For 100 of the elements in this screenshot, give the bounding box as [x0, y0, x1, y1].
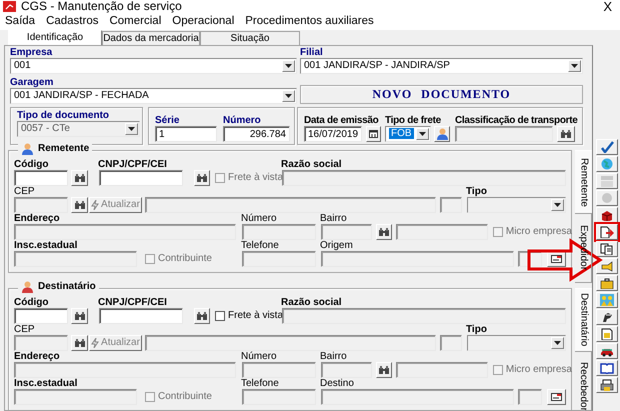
menu-item[interactable]: Cadastros [46, 14, 98, 28]
search-button[interactable] [71, 197, 88, 213]
briefcase-icon [600, 277, 614, 289]
toolbar-button[interactable] [596, 275, 618, 291]
tab[interactable]: Dados da mercadoria [102, 31, 200, 45]
search-button[interactable] [194, 170, 210, 186]
text-field[interactable] [14, 362, 236, 378]
text-field[interactable] [99, 308, 183, 324]
text-field[interactable] [145, 335, 436, 351]
text-field[interactable] [455, 126, 553, 142]
calendar-button[interactable] [366, 126, 381, 142]
menu-item[interactable]: Procedimentos auxiliares [245, 14, 374, 28]
search-button[interactable] [376, 362, 392, 378]
close-button[interactable]: X [603, 0, 612, 13]
text-field[interactable] [14, 170, 68, 186]
text-field[interactable] [320, 224, 372, 240]
side-tab[interactable]: Destinatário [575, 288, 592, 352]
card-button[interactable] [547, 389, 566, 405]
text-field[interactable] [242, 251, 316, 267]
caret-icon [571, 64, 578, 68]
text-field[interactable]: 296.784 [223, 126, 290, 142]
text-field[interactable] [242, 362, 316, 378]
dropdown[interactable]: 001 JANDIRA/SP - JANDIRA/SP [300, 58, 583, 74]
toolbar-button[interactable] [596, 139, 618, 155]
dropdown[interactable]: 001 JANDIRA/SP - FECHADA [10, 88, 297, 104]
field-label: Bairro [320, 351, 347, 362]
field-label: Tipo [466, 186, 487, 197]
text-field[interactable] [14, 335, 68, 351]
text-field[interactable]: 16/07/2019 [304, 126, 362, 142]
text-field[interactable] [282, 308, 566, 324]
field-label: CNPJ/CPF/CEI [98, 297, 168, 308]
text-field[interactable] [242, 224, 316, 240]
field-label: Razão social [281, 297, 342, 308]
field-label: Insc.estadual [14, 378, 78, 389]
dropdown[interactable] [467, 197, 566, 213]
binoculars-icon [561, 130, 571, 138]
text-field[interactable] [14, 389, 137, 405]
search-button[interactable] [71, 308, 88, 324]
search-button[interactable] [71, 170, 88, 186]
text-field[interactable] [320, 362, 372, 378]
group-title: Remetente [38, 143, 90, 155]
tab[interactable]: Identificação [8, 30, 102, 45]
lightning-icon [91, 338, 100, 348]
dropdown[interactable] [467, 335, 566, 351]
document-arrow-icon [600, 226, 614, 238]
toolbar-button[interactable] [596, 309, 618, 325]
text-field[interactable] [14, 308, 68, 324]
text-field[interactable] [14, 251, 137, 267]
binoculars-icon [378, 228, 389, 236]
person-button[interactable] [434, 126, 450, 142]
caret-icon [285, 64, 292, 68]
field-label: Insc.estadual [14, 240, 78, 251]
text-field[interactable] [321, 389, 514, 405]
toolbar-button[interactable] [596, 224, 618, 240]
caret-icon [419, 132, 426, 136]
side-tab[interactable]: Remetente [575, 150, 592, 214]
text-field[interactable] [282, 170, 566, 186]
printer-icon [600, 379, 614, 391]
search-button[interactable] [71, 335, 88, 351]
text-field[interactable] [145, 197, 436, 213]
caret-icon [554, 203, 561, 207]
side-tab[interactable]: Expedidor [575, 213, 592, 283]
dropdown[interactable]: 001 [10, 58, 297, 74]
toolbar-button[interactable] [596, 343, 618, 359]
toolbar-button[interactable] [596, 377, 618, 393]
text-field[interactable] [440, 335, 462, 351]
toolbar-button[interactable] [596, 326, 618, 342]
menu-item[interactable]: Operacional [172, 14, 234, 28]
text-field[interactable] [440, 197, 462, 213]
field-label: Garagem [10, 77, 54, 88]
search-button[interactable] [194, 308, 210, 324]
field-label: Data de emissão [304, 115, 380, 126]
menu-item[interactable]: Saída [5, 14, 36, 28]
card-icon [551, 255, 562, 263]
field-label: Razão social [281, 159, 342, 170]
text-field[interactable] [396, 362, 488, 378]
toolbar-button[interactable] [596, 241, 618, 257]
caret-icon [554, 341, 561, 345]
binoculars-icon [74, 312, 84, 320]
dropdown[interactable]: 0057 - CTe [17, 121, 140, 137]
dropdown[interactable]: FOB [385, 126, 431, 142]
side-tab[interactable]: Recebedor [575, 351, 592, 410]
text-field[interactable] [99, 170, 183, 186]
field-label: Origem [320, 240, 353, 251]
text-field[interactable] [396, 224, 488, 240]
text-field[interactable] [321, 251, 514, 267]
text-field[interactable] [518, 389, 542, 405]
lightning-icon [91, 200, 100, 210]
search-button[interactable] [557, 126, 575, 142]
text-field[interactable] [14, 224, 236, 240]
text-field[interactable] [242, 389, 316, 405]
toolbar-button[interactable] [596, 360, 618, 376]
field-label: Bairro [320, 213, 347, 224]
tab[interactable]: Situação [200, 31, 300, 45]
toolbar-button[interactable] [596, 207, 618, 223]
menu-item[interactable]: Comercial [109, 14, 162, 28]
toolbar-button[interactable] [596, 258, 618, 274]
search-button[interactable] [376, 224, 392, 240]
text-field[interactable] [14, 197, 68, 213]
text-field[interactable]: 1 [155, 126, 217, 142]
